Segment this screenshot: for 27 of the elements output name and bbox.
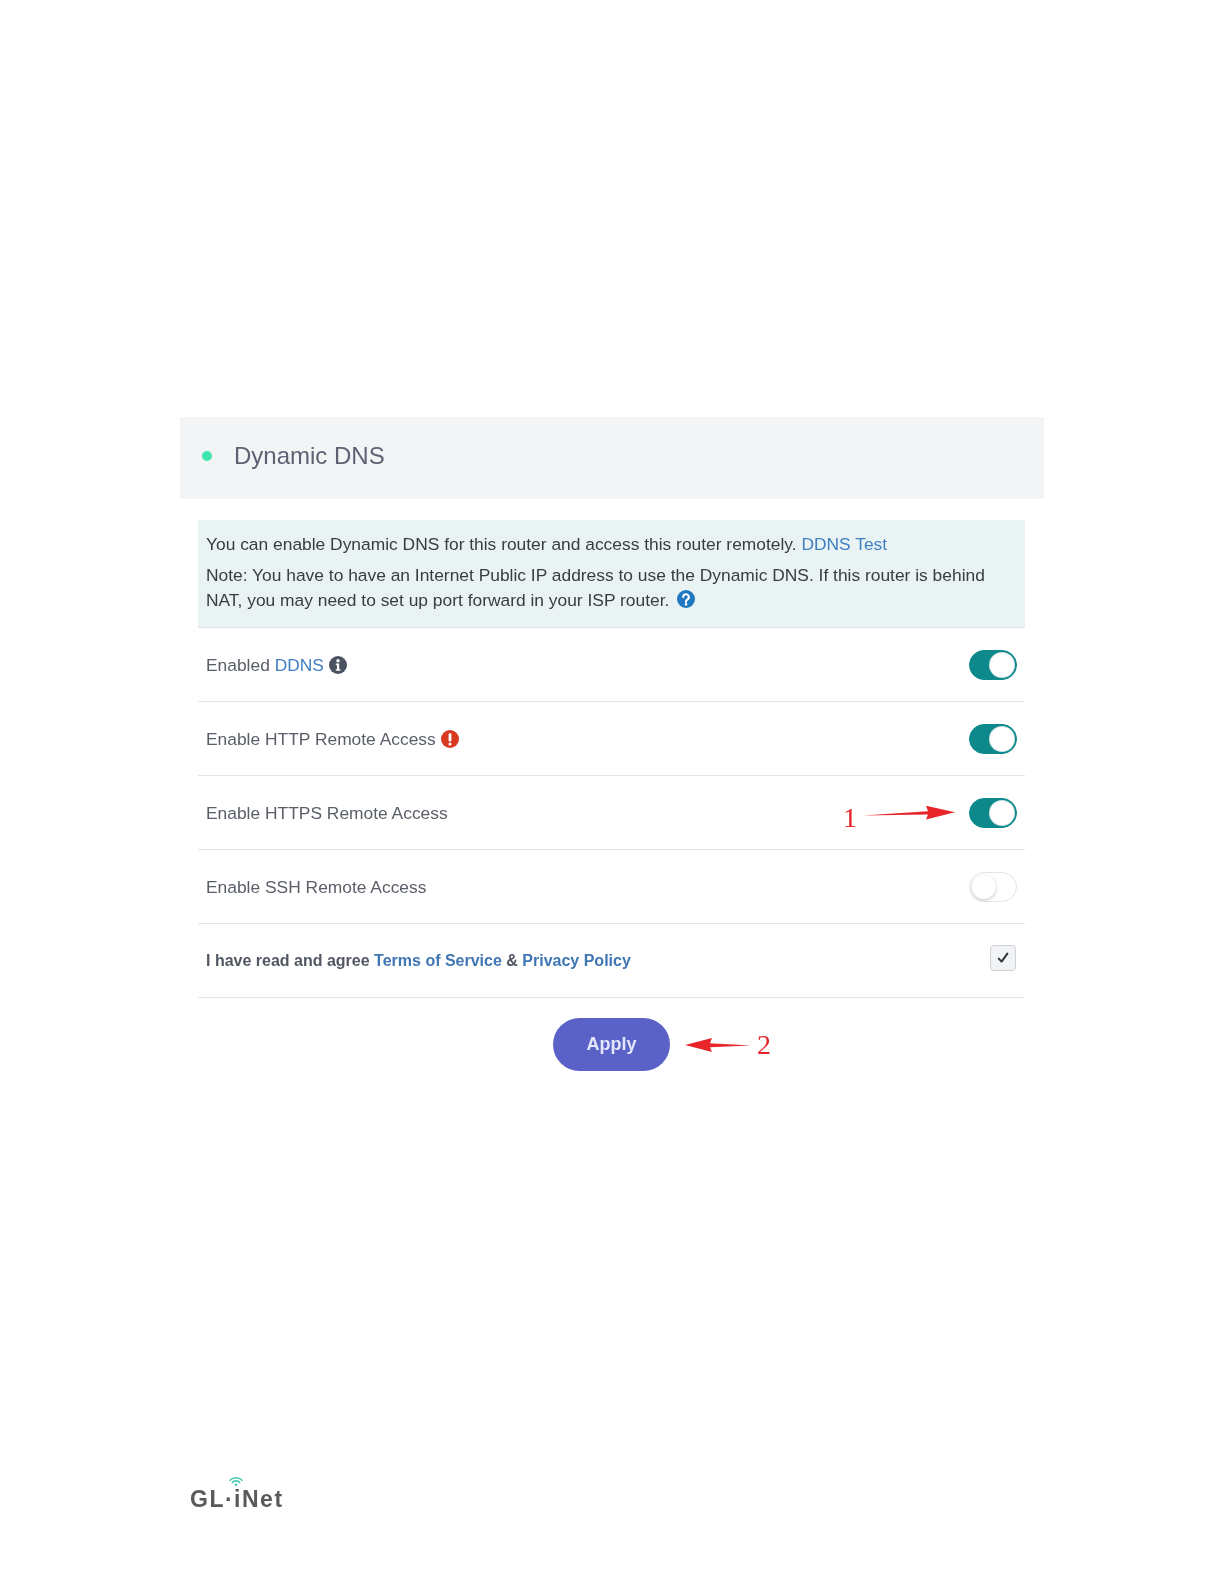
- setting-label: Enabled DDNS: [206, 653, 324, 676]
- toggle-switch[interactable]: [969, 797, 1017, 828]
- setting-label: Enable HTTP Remote Access: [206, 727, 436, 750]
- privacy-link[interactable]: Privacy Policy: [522, 951, 631, 969]
- notice-text: You can enable Dynamic DNS for this router and access this router remotely. DDNS Test: [206, 534, 888, 554]
- setting-label: Enable HTTPS Remote Access: [206, 801, 448, 824]
- warning-icon[interactable]: [440, 729, 459, 748]
- checkbox[interactable]: [990, 944, 1016, 971]
- ddns-link[interactable]: DDNS: [274, 654, 324, 675]
- terms-link[interactable]: Terms of Service: [374, 951, 502, 969]
- wifi-icon: [229, 1476, 243, 1486]
- help-icon[interactable]: [677, 590, 696, 608]
- toggle-switch[interactable]: [969, 723, 1017, 754]
- annotation-arrow: [685, 1036, 751, 1053]
- status-dot-icon: [202, 451, 212, 461]
- note-text: Note: You have to have an Internet Public IP address to use the Dynamic DNS. If this router is behind NAT, you may need to set up port forward in your ISP router.: [206, 565, 985, 610]
- info-icon[interactable]: [328, 655, 347, 674]
- annotation-number: 1: [843, 802, 857, 833]
- agreement-text: I have read and agree Terms of Service & Privacy Policy: [206, 950, 631, 971]
- toggle-switch[interactable]: [969, 649, 1017, 680]
- ddns-test-link[interactable]: DDNS Test: [801, 534, 888, 554]
- section-title: Dynamic DNS: [234, 441, 385, 471]
- check-icon: [997, 951, 1009, 964]
- logo-text: GL·iNet: [190, 1488, 284, 1511]
- apply-button[interactable]: Apply: [553, 1018, 670, 1071]
- annotation-number: 2: [757, 1029, 771, 1060]
- setting-label: Enable SSH Remote Access: [206, 875, 427, 898]
